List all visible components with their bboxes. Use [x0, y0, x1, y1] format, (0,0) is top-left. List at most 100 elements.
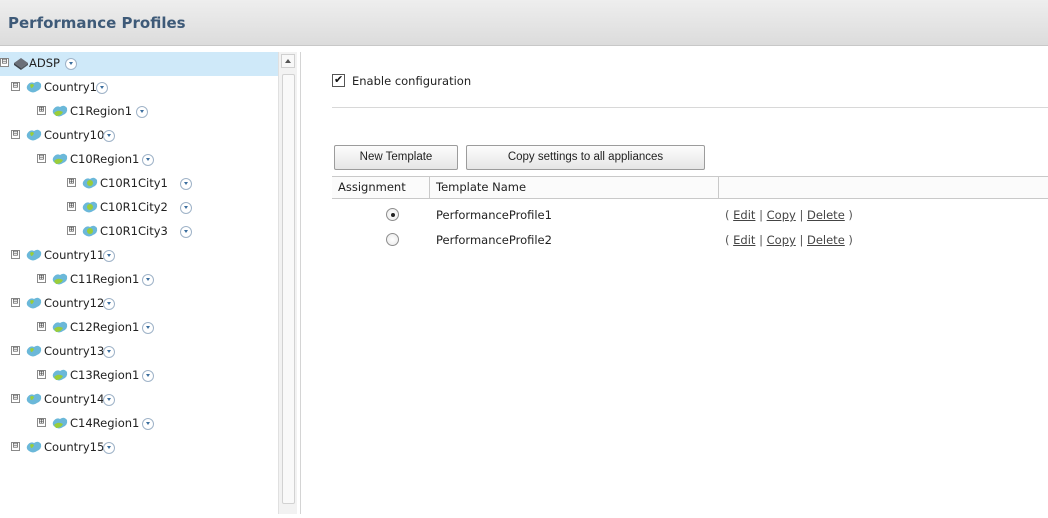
chevron-down-icon[interactable] — [142, 274, 154, 286]
collapse-icon[interactable]: ⊟ — [11, 298, 20, 307]
enable-configuration-checkbox[interactable] — [332, 73, 345, 87]
page-header: Performance Profiles — [0, 0, 1048, 46]
tree-item-label: ADSP — [29, 56, 60, 70]
chevron-down-icon[interactable] — [142, 154, 154, 166]
chevron-down-icon[interactable] — [180, 226, 192, 238]
tree-item-country10[interactable]: ⊟ Country10 — [0, 124, 278, 148]
country-icon — [26, 129, 42, 141]
chevron-down-icon[interactable] — [142, 370, 154, 382]
tree-item-country14[interactable]: ⊟ Country14 — [0, 388, 278, 412]
chevron-down-icon[interactable] — [103, 250, 115, 262]
page-title: Performance Profiles — [8, 14, 186, 32]
tree-item-c10r1city2[interactable]: ⊞ C10R1City2 — [0, 196, 278, 220]
delete-link[interactable]: Delete — [807, 233, 845, 247]
assignment-radio[interactable] — [386, 233, 399, 246]
tree-item-country13[interactable]: ⊟ Country13 — [0, 340, 278, 364]
expand-icon[interactable]: ⊞ — [37, 418, 46, 427]
chevron-down-icon[interactable] — [103, 130, 115, 142]
collapse-icon[interactable]: ⊟ — [0, 58, 9, 67]
chevron-down-icon[interactable] — [180, 178, 192, 190]
chevron-down-icon[interactable] — [65, 58, 77, 70]
collapse-icon[interactable]: ⊟ — [11, 442, 20, 451]
tree-item-label: C10R1City1 — [100, 176, 168, 190]
tree-item-c1region1[interactable]: ⊞ C1Region1 — [0, 100, 278, 124]
region-icon — [52, 153, 68, 165]
scroll-up-arrow-icon[interactable] — [281, 54, 295, 68]
city-icon — [82, 177, 98, 189]
column-header-template-name: Template Name — [430, 177, 719, 198]
chevron-down-icon[interactable] — [103, 442, 115, 454]
country-icon — [26, 393, 42, 405]
new-template-button[interactable]: New Template — [334, 145, 458, 170]
tree-item-label: C1Region1 — [70, 104, 133, 118]
tree-item-c10r1city3[interactable]: ⊞ C10R1City3 — [0, 220, 278, 244]
chevron-down-icon[interactable] — [180, 202, 192, 214]
tree-scrollbar[interactable] — [278, 52, 297, 514]
chevron-down-icon[interactable] — [142, 418, 154, 430]
expand-icon[interactable]: ⊞ — [37, 370, 46, 379]
region-icon — [52, 273, 68, 285]
edit-link[interactable]: Edit — [733, 233, 755, 247]
scroll-thumb[interactable] — [282, 74, 295, 504]
divider — [332, 107, 1048, 108]
collapse-icon[interactable]: ⊟ — [11, 346, 20, 355]
chevron-down-icon[interactable] — [142, 322, 154, 334]
tree-item-country12[interactable]: ⊟ Country12 — [0, 292, 278, 316]
country-icon — [26, 81, 42, 93]
tree-item-label: C14Region1 — [70, 416, 140, 430]
table-header: Assignment Template Name — [332, 176, 1048, 199]
template-name: PerformanceProfile2 — [436, 233, 552, 247]
chevron-down-icon[interactable] — [96, 82, 108, 94]
region-icon — [52, 369, 68, 381]
tree-item-label: Country10 — [44, 128, 105, 142]
tree-item-c10r1city1[interactable]: ⊞ C10R1City1 — [0, 172, 278, 196]
chevron-down-icon[interactable] — [103, 346, 115, 358]
tree-item-label: Country15 — [44, 440, 105, 454]
tree-item-country15[interactable]: ⊟ Country15 — [0, 436, 278, 460]
country-icon — [26, 345, 42, 357]
tree-item-c14region1[interactable]: ⊞ C14Region1 — [0, 412, 278, 436]
country-icon — [26, 249, 42, 261]
chevron-down-icon[interactable] — [136, 106, 148, 118]
expand-icon[interactable]: ⊞ — [37, 274, 46, 283]
tree-item-c13region1[interactable]: ⊞ C13Region1 — [0, 364, 278, 388]
assignment-radio[interactable] — [386, 208, 399, 221]
copy-link[interactable]: Copy — [767, 233, 796, 247]
collapse-icon[interactable]: ⊟ — [11, 130, 20, 139]
country-icon — [26, 441, 42, 453]
expand-icon[interactable]: ⊞ — [67, 226, 76, 235]
region-icon — [52, 321, 68, 333]
expand-icon[interactable]: ⊞ — [67, 178, 76, 187]
chevron-down-icon[interactable] — [103, 298, 115, 310]
collapse-icon[interactable]: ⊟ — [11, 82, 20, 91]
copy-link[interactable]: Copy — [767, 208, 796, 222]
tree-item-c10region1[interactable]: ⊟ C10Region1 — [0, 148, 278, 172]
tree-item-adsp[interactable]: ⊟ ADSP — [0, 52, 278, 76]
tree-item-country11[interactable]: ⊟ Country11 — [0, 244, 278, 268]
network-icon — [14, 58, 28, 70]
tree-item-c11region1[interactable]: ⊞ C11Region1 — [0, 268, 278, 292]
tree-item-label: C13Region1 — [70, 368, 140, 382]
hierarchy-tree-panel: ⊟ ADSP ⊟ Country1 ⊞ C1Region1 ⊟ Country1… — [0, 52, 301, 514]
row-actions: ( Edit | Copy | Delete ) — [725, 233, 853, 247]
row-actions: ( Edit | Copy | Delete ) — [725, 208, 853, 222]
expand-icon[interactable]: ⊞ — [67, 202, 76, 211]
collapse-icon[interactable]: ⊟ — [11, 394, 20, 403]
tree-item-country1[interactable]: ⊟ Country1 — [0, 76, 278, 100]
expand-icon[interactable]: ⊞ — [37, 106, 46, 115]
tree-item-label: C11Region1 — [70, 272, 140, 286]
region-icon — [52, 417, 68, 429]
tree-item-c12region1[interactable]: ⊞ C12Region1 — [0, 316, 278, 340]
collapse-icon[interactable]: ⊟ — [11, 250, 20, 259]
edit-link[interactable]: Edit — [733, 208, 755, 222]
chevron-down-icon[interactable] — [103, 394, 115, 406]
delete-link[interactable]: Delete — [807, 208, 845, 222]
collapse-icon[interactable]: ⊟ — [37, 154, 46, 163]
tree-item-label: Country11 — [44, 248, 105, 262]
tree-item-label: Country13 — [44, 344, 105, 358]
tree-item-label: C12Region1 — [70, 320, 140, 334]
expand-icon[interactable]: ⊞ — [37, 322, 46, 331]
template-name: PerformanceProfile1 — [436, 208, 552, 222]
country-icon — [26, 297, 42, 309]
copy-settings-button[interactable]: Copy settings to all appliances — [466, 145, 705, 170]
